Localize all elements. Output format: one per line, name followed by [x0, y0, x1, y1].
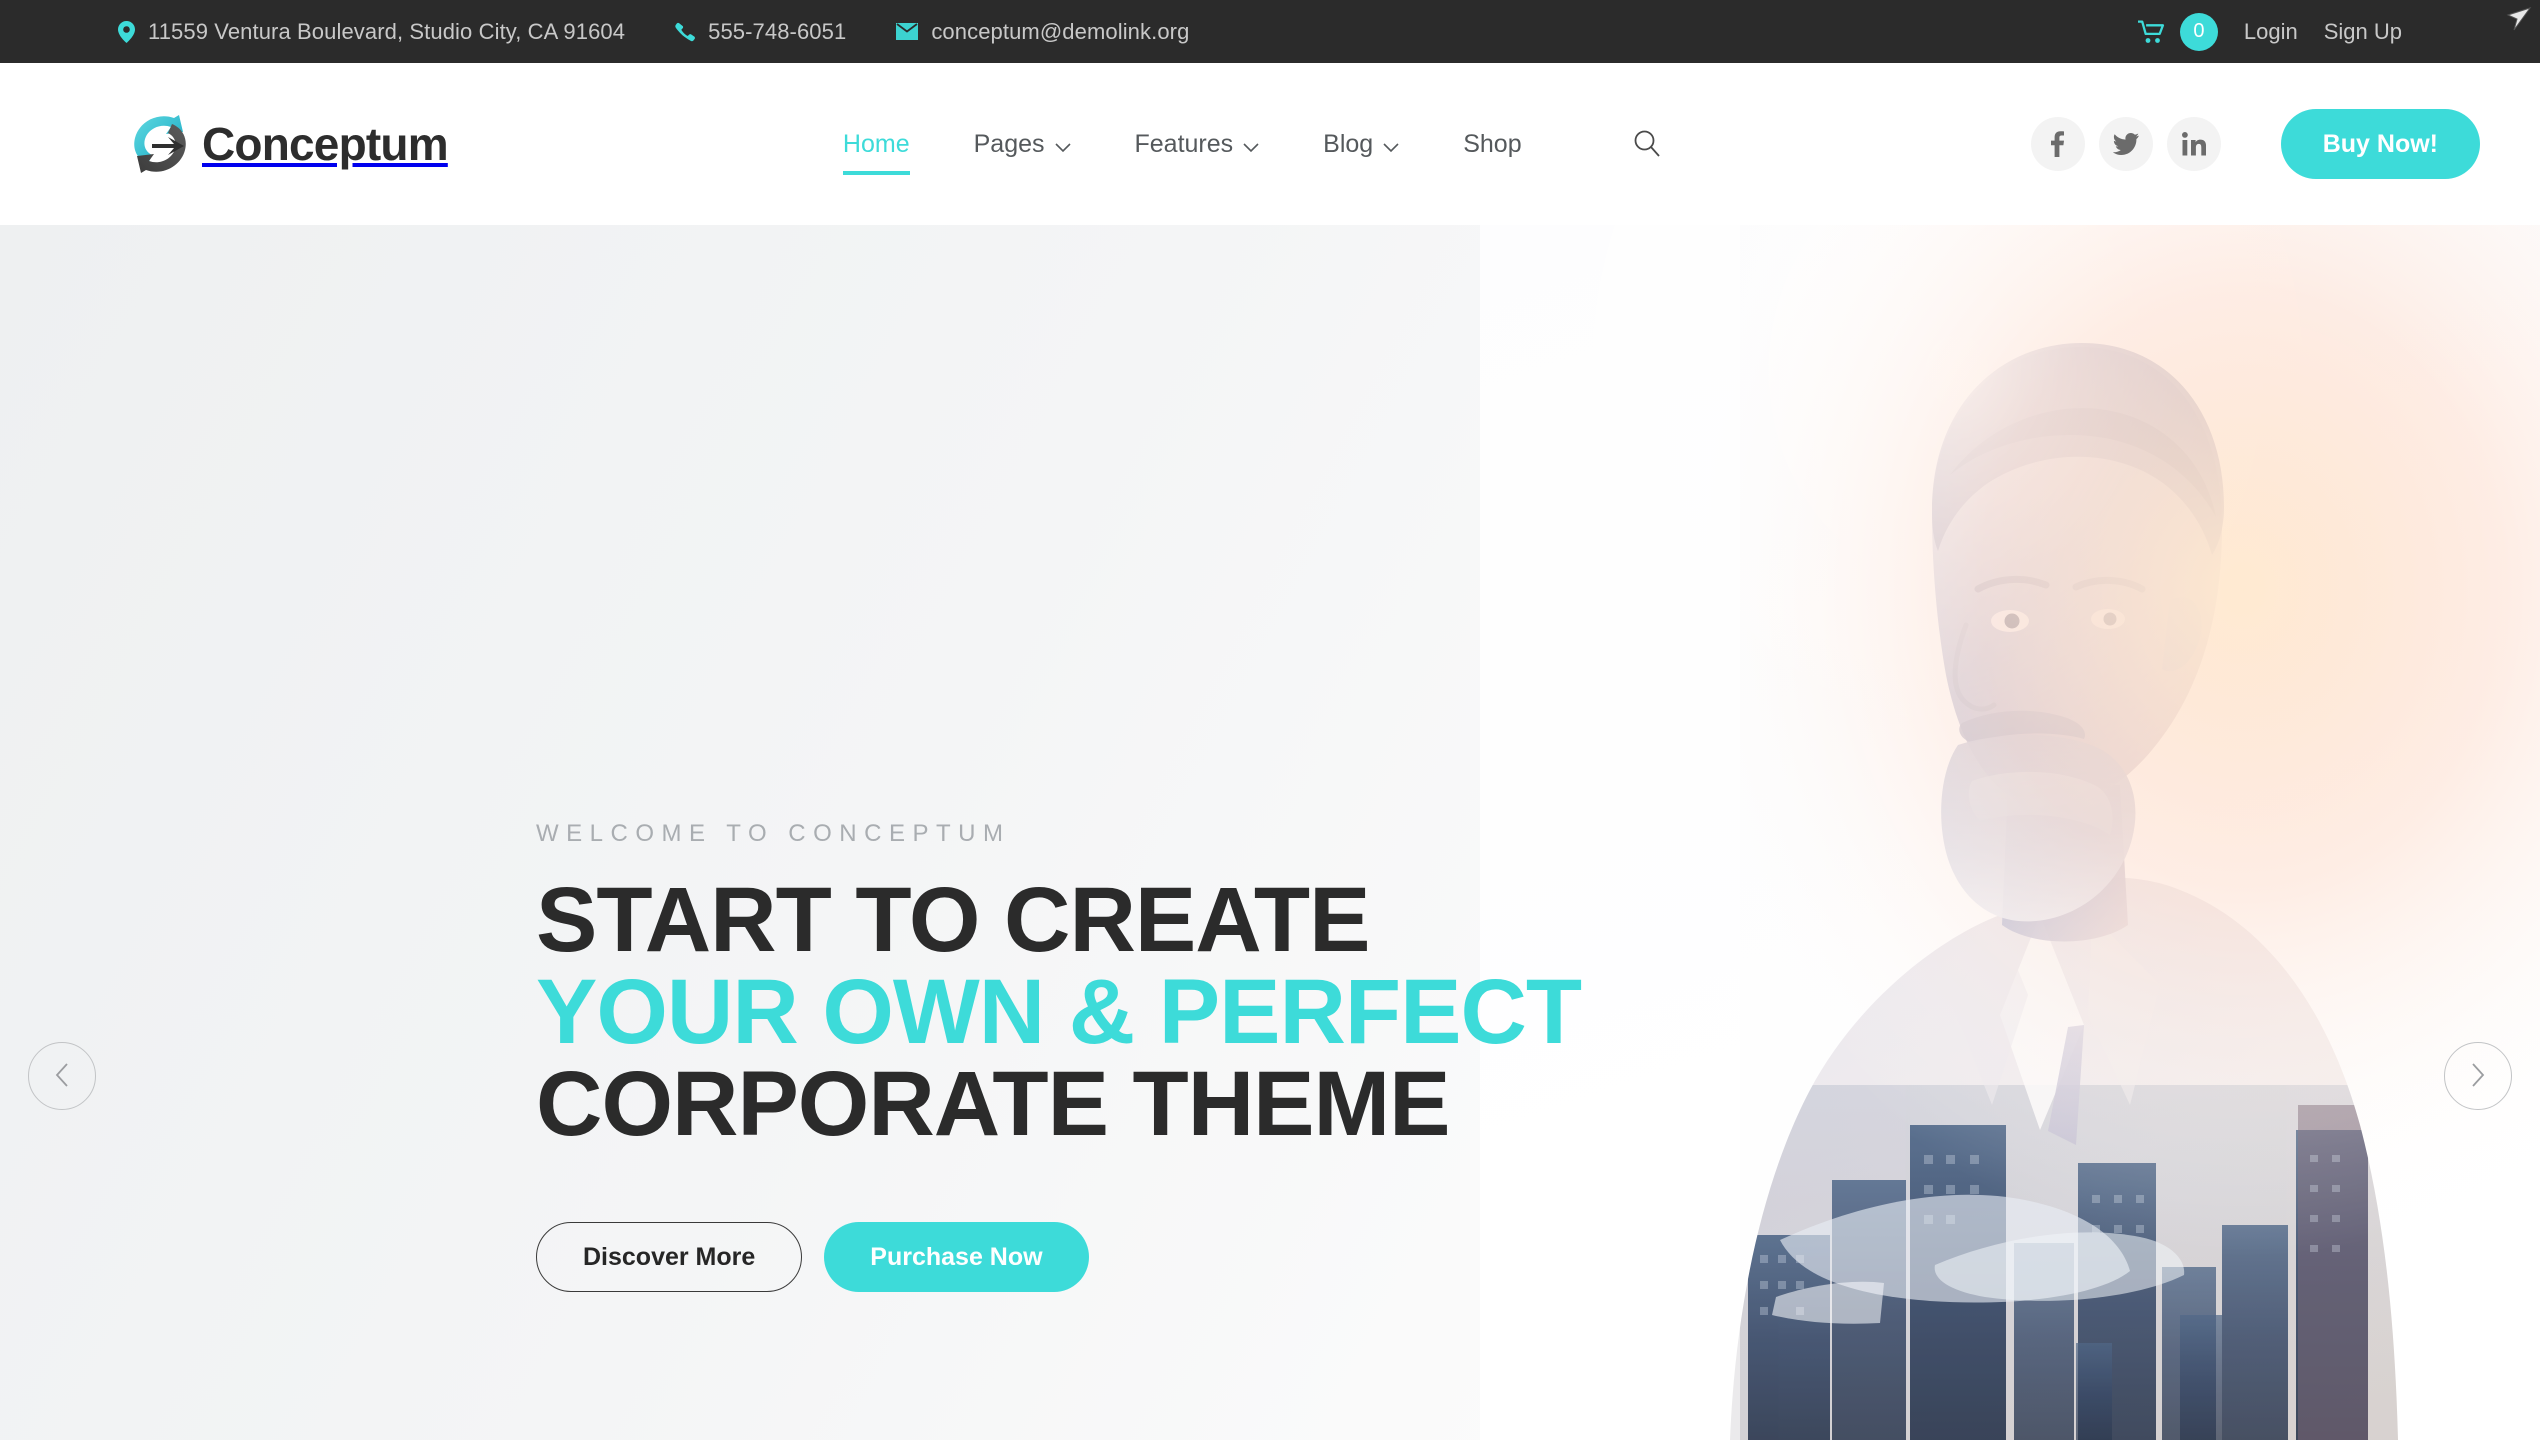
nav-item-pages[interactable]: Pages: [942, 128, 1103, 160]
header-actions: Buy Now!: [2030, 109, 2480, 179]
contact-phone[interactable]: 555-748-6051: [675, 19, 846, 45]
brand-name-text: Conceptum: [202, 118, 449, 170]
hero-headline-line-1: START TO CREATE: [536, 869, 1370, 971]
location-pin-icon: [118, 20, 135, 43]
shopping-cart-icon: [2137, 19, 2166, 44]
chevron-right-icon: [2468, 1061, 2488, 1092]
signup-link[interactable]: Sign Up: [2324, 19, 2402, 45]
nav-item-blog[interactable]: Blog: [1291, 128, 1431, 160]
contact-email[interactable]: conceptum@demolink.org: [896, 19, 1189, 45]
nav-label-home: Home: [842, 129, 910, 158]
search-button[interactable]: [1626, 123, 1668, 165]
mouse-cursor-icon: [2506, 7, 2532, 31]
hero-headline-line-3: CORPORATE THEME: [536, 1053, 1451, 1155]
hero-text-block: WELCOME TO CONCEPTUM START TO CREATE YOU…: [536, 820, 1582, 1292]
nav-label-blog: Blog: [1323, 129, 1374, 158]
hero-eyebrow: WELCOME TO CONCEPTUM: [536, 820, 1011, 847]
nav-label-features: Features: [1134, 129, 1234, 158]
hero-headline: START TO CREATE YOUR OWN & PERFECT CORPO…: [536, 869, 1582, 1155]
phone-icon: [675, 22, 696, 42]
hero-cta-group: Discover More Purchase Now: [536, 1222, 1581, 1292]
login-link[interactable]: Login: [2244, 19, 2298, 45]
brand-logo-link[interactable]: Conceptum: [122, 106, 449, 182]
chevron-down-icon: [1243, 131, 1259, 160]
site-header: Conceptum Home Pages Features Blog Shop: [0, 63, 2540, 225]
purchase-now-button[interactable]: Purchase Now: [824, 1222, 1089, 1292]
chevron-down-icon: [1054, 131, 1071, 160]
nav-item-home[interactable]: Home: [811, 129, 942, 175]
envelope-icon: [896, 23, 919, 40]
email-text: conceptum@demolink.org: [931, 18, 1190, 44]
cart-count-badge: 0: [2179, 12, 2218, 51]
chevron-down-icon: [1383, 131, 1399, 160]
linkedin-icon[interactable]: [2166, 117, 2221, 171]
contact-address: 11559 Ventura Boulevard, Studio City, CA…: [118, 19, 625, 45]
contact-info-group: 11559 Ventura Boulevard, Studio City, CA…: [118, 19, 1189, 45]
buy-now-button[interactable]: Buy Now!: [2280, 109, 2480, 179]
twitter-icon[interactable]: [2098, 117, 2153, 171]
search-icon: [1632, 128, 1662, 161]
topbar-account-group: 0 Login Sign Up: [2137, 12, 2492, 51]
conceptum-logo-icon: [134, 115, 186, 173]
hero-headline-line-2: YOUR OWN & PERFECT: [536, 961, 1582, 1063]
hero-double-exposure-image: [1480, 225, 2540, 1440]
top-contact-bar: 11559 Ventura Boulevard, Studio City, CA…: [0, 0, 2540, 63]
hero-slider: WELCOME TO CONCEPTUM START TO CREATE YOU…: [0, 225, 2540, 1440]
address-text: 11559 Ventura Boulevard, Studio City, CA…: [148, 18, 626, 44]
carousel-prev-button[interactable]: [28, 1042, 96, 1110]
main-navigation: Home Pages Features Blog Shop: [811, 123, 1668, 175]
phone-text: 555-748-6051: [708, 18, 847, 44]
nav-item-features[interactable]: Features: [1103, 128, 1292, 160]
chevron-left-icon: [52, 1061, 72, 1092]
nav-label-shop: Shop: [1463, 129, 1522, 158]
nav-item-shop[interactable]: Shop: [1431, 130, 1553, 159]
facebook-icon[interactable]: [2030, 117, 2085, 171]
discover-more-button[interactable]: Discover More: [536, 1222, 803, 1292]
nav-label-pages: Pages: [973, 129, 1045, 158]
carousel-next-button[interactable]: [2444, 1042, 2512, 1110]
cart-button[interactable]: 0: [2137, 12, 2218, 51]
